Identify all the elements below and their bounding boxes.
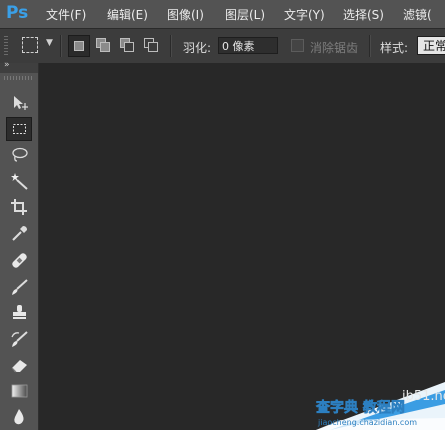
marquee-tool[interactable] <box>6 117 32 141</box>
chevron-down-icon[interactable]: ▼ <box>46 38 53 48</box>
lasso-tool[interactable] <box>6 143 32 167</box>
brush-tool[interactable] <box>6 275 32 299</box>
watermark-brand: 查字典 教程网 <box>316 399 405 416</box>
menu-edit[interactable]: 编辑(E) <box>107 6 148 23</box>
menu-type[interactable]: 文字(Y) <box>284 6 325 23</box>
eraser-tool[interactable] <box>6 353 32 377</box>
style-select[interactable]: 正常 <box>417 36 445 55</box>
crop-icon <box>11 199 27 215</box>
clone-stamp-tool[interactable] <box>6 301 32 325</box>
divider <box>170 35 171 57</box>
new-selection-button[interactable] <box>68 35 90 57</box>
rect-marquee-icon <box>13 124 26 134</box>
menu-bar: Ps 文件(F) 编辑(E) 图像(I) 图层(L) 文字(Y) 选择(S) 滤… <box>0 0 445 28</box>
gradient-tool[interactable] <box>6 379 32 403</box>
lasso-icon <box>12 147 28 162</box>
watermark-domain: jb51.net <box>401 389 445 404</box>
move-tool[interactable] <box>6 91 32 115</box>
rect-marquee-preset-icon[interactable] <box>22 37 38 53</box>
tools-panel: » <box>0 60 39 430</box>
subtract-from-selection-button[interactable] <box>117 35 137 55</box>
menu-select[interactable]: 选择(S) <box>343 6 384 23</box>
style-label: 样式: <box>380 41 409 55</box>
drop-icon <box>14 409 24 425</box>
menu-layer[interactable]: 图层(L) <box>225 6 265 23</box>
eyedropper-tool[interactable] <box>6 221 32 245</box>
move-icon <box>14 96 28 110</box>
tools-panel-grip[interactable] <box>4 76 32 80</box>
blur-tool[interactable] <box>6 405 32 429</box>
divider <box>369 35 370 57</box>
menu-filter[interactable]: 滤镜( <box>403 6 432 23</box>
crop-tool[interactable] <box>6 195 32 219</box>
tools-panel-header: » <box>0 60 38 73</box>
intersect-selection-button[interactable] <box>141 35 161 55</box>
document-canvas[interactable] <box>39 63 445 430</box>
menu-file[interactable]: 文件(F) <box>46 6 86 23</box>
photoshop-logo: Ps <box>6 3 29 23</box>
add-to-selection-button[interactable] <box>93 35 113 55</box>
antialias-checkbox[interactable] <box>291 39 304 52</box>
options-bar: ▼ 羽化: 0 像素 消除锯齿 样式: 正常 <box>0 28 445 64</box>
feather-input[interactable]: 0 像素 <box>218 37 278 54</box>
bandage-icon <box>12 253 27 268</box>
divider <box>60 35 61 57</box>
stamp-icon <box>13 305 26 319</box>
options-bar-grip[interactable] <box>4 36 8 56</box>
eraser-icon <box>11 360 27 373</box>
collapse-icon[interactable]: » <box>4 60 9 70</box>
magic-wand-icon <box>11 173 28 190</box>
eyedropper-icon <box>12 226 27 241</box>
feather-label: 羽化: <box>183 41 212 55</box>
antialias-label: 消除锯齿 <box>310 41 359 55</box>
menu-image[interactable]: 图像(I) <box>167 6 204 23</box>
gradient-icon <box>11 384 28 398</box>
healing-brush-tool[interactable] <box>6 249 32 273</box>
watermark-url: jiaocheng.chazidian.com <box>317 418 417 427</box>
brush-icon <box>12 279 28 295</box>
site-watermark: jb51.net 查字典 教程网 jiaocheng.chazidian.com <box>316 382 445 430</box>
history-brush-icon <box>11 331 28 347</box>
history-brush-tool[interactable] <box>6 327 32 351</box>
magic-wand-tool[interactable] <box>6 169 32 193</box>
